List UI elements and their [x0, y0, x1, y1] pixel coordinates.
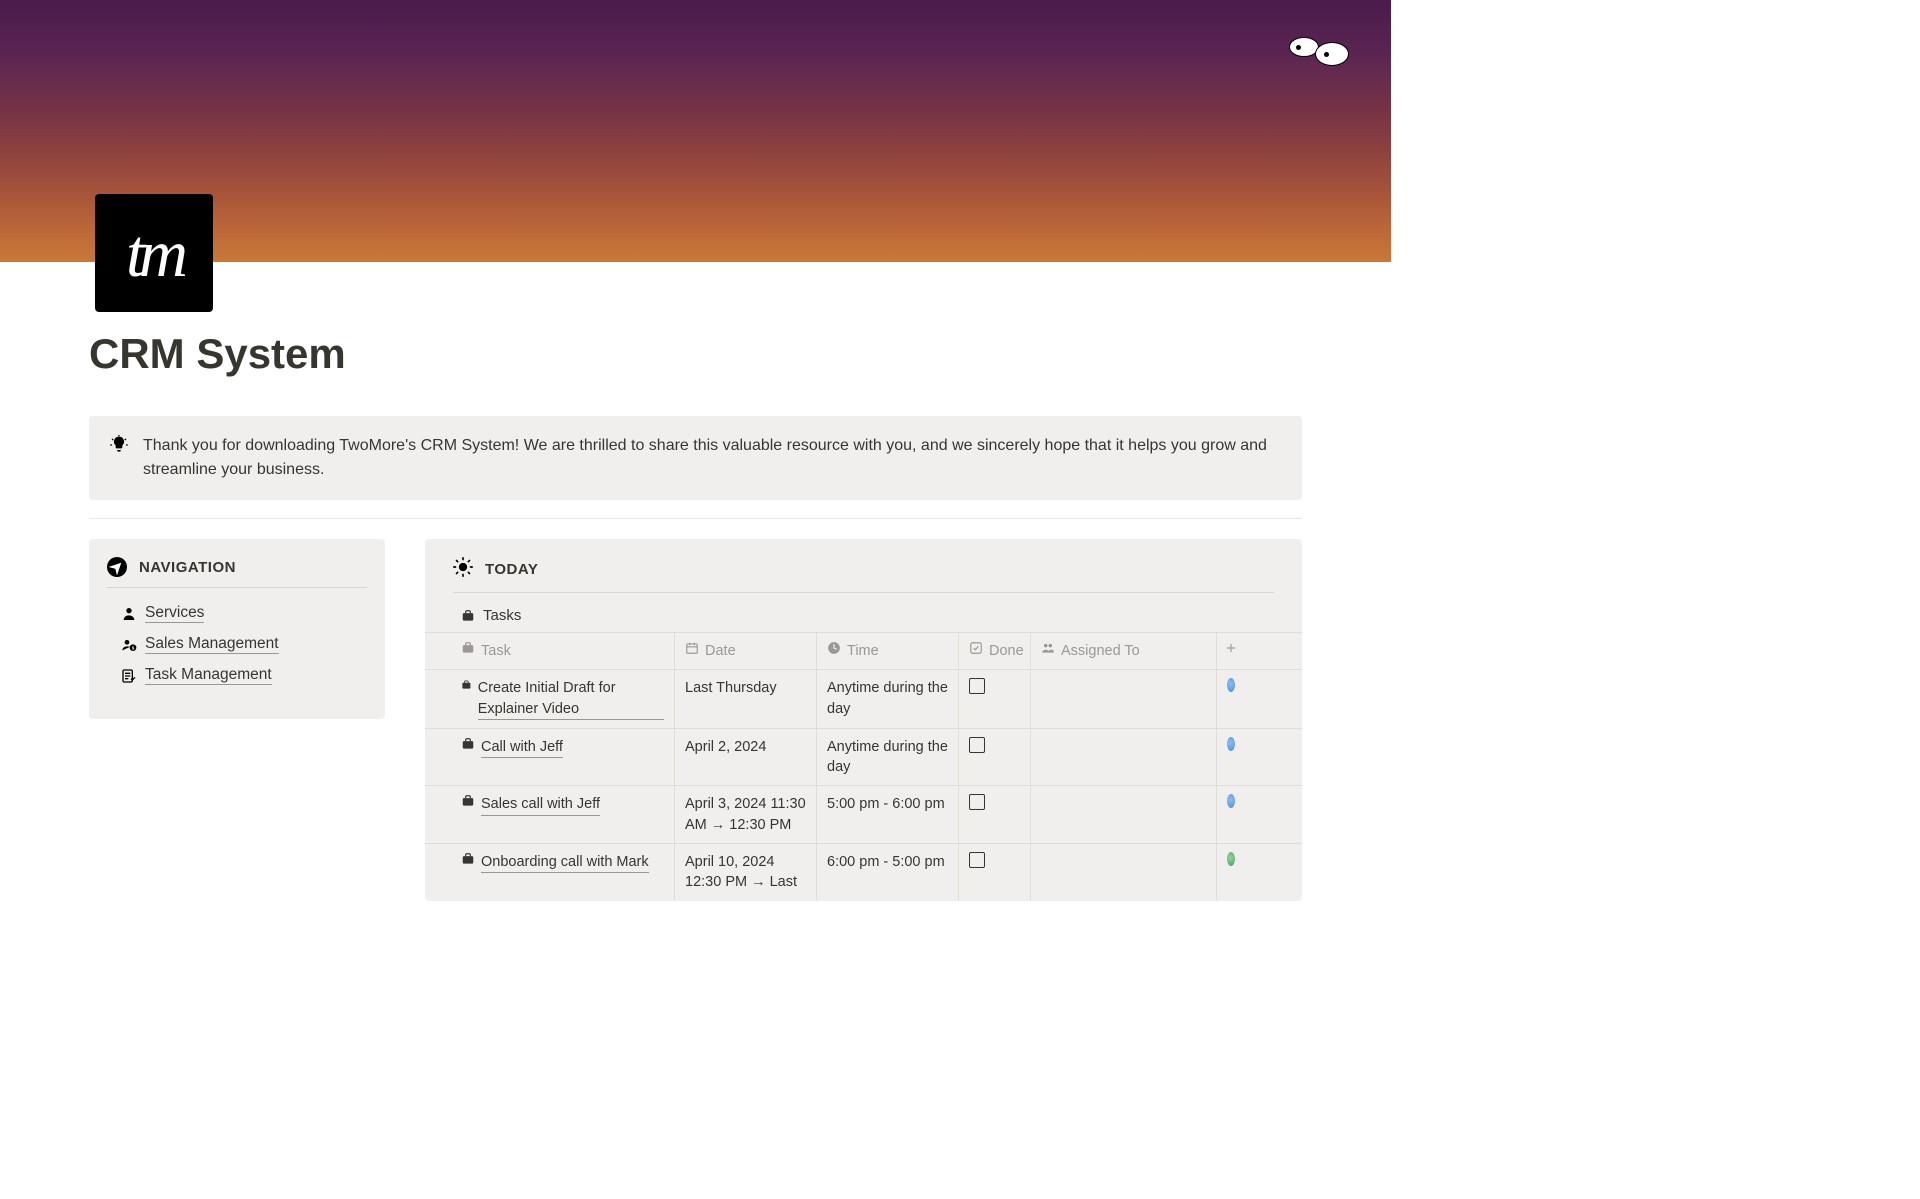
status-dot-blue — [1227, 794, 1235, 808]
date-cell[interactable]: April 2, 2024 — [675, 729, 817, 786]
table-row[interactable]: Sales call with Jeff April 3, 2024 11:30 … — [425, 785, 1302, 843]
table-row[interactable]: Onboarding call with Mark April 10, 2024 … — [425, 843, 1302, 901]
people-icon — [1041, 641, 1055, 655]
col-task[interactable]: Task — [425, 633, 675, 669]
assigned-cell[interactable] — [1031, 670, 1217, 728]
nav-label: Task Management — [145, 666, 272, 685]
briefcase-icon — [461, 852, 475, 866]
callout-text: Thank you for downloading TwoMore's CRM … — [143, 434, 1282, 482]
task-title[interactable]: Create Initial Draft for Explainer Video — [478, 678, 664, 720]
col-date[interactable]: Date — [675, 633, 817, 669]
done-cell[interactable] — [959, 786, 1031, 843]
briefcase-icon — [461, 794, 475, 808]
date-cell[interactable]: April 10, 2024 12:30 PM → Last — [675, 844, 817, 901]
clock-icon — [827, 641, 841, 655]
status-dot-green — [1227, 852, 1235, 866]
nav-item-services[interactable]: Services — [107, 598, 367, 629]
sun-icon — [453, 557, 473, 582]
divider — [89, 518, 1302, 519]
svg-text:$: $ — [132, 645, 135, 650]
done-cell[interactable] — [959, 844, 1031, 901]
lightbulb-icon — [109, 435, 129, 460]
time-cell[interactable]: Anytime during the day — [817, 729, 959, 786]
page-logo: tm — [95, 194, 213, 312]
done-checkbox[interactable] — [969, 794, 985, 810]
date-cell[interactable]: April 3, 2024 11:30 AM → 12:30 PM — [675, 786, 817, 843]
row-indicator-cell — [1217, 670, 1245, 728]
navigation-title: NAVIGATION — [139, 559, 236, 576]
table-header-row: Task Date Time Done Assigned To — [425, 632, 1302, 669]
row-indicator-cell — [1217, 729, 1245, 786]
checklist-icon — [121, 668, 137, 684]
nav-item-tasks[interactable]: Task Management — [107, 660, 367, 691]
task-cell[interactable]: Call with Jeff — [425, 729, 675, 786]
nav-label: Sales Management — [145, 635, 279, 654]
nav-item-sales[interactable]: $ Sales Management — [107, 629, 367, 660]
col-assigned[interactable]: Assigned To — [1031, 633, 1217, 669]
time-cell[interactable]: Anytime during the day — [817, 670, 959, 728]
assigned-cell[interactable] — [1031, 729, 1217, 786]
tasks-table: Task Date Time Done Assigned To — [425, 632, 1302, 901]
person-tie-icon — [121, 606, 137, 622]
tasks-tab[interactable]: Tasks — [425, 607, 1302, 624]
add-column-button[interactable] — [1217, 633, 1245, 669]
briefcase-icon — [461, 609, 475, 623]
task-cell[interactable]: Onboarding call with Mark — [425, 844, 675, 901]
today-section: TODAY Tasks Task Date Time — [425, 539, 1302, 901]
task-title[interactable]: Call with Jeff — [481, 737, 563, 758]
today-title: TODAY — [485, 561, 538, 578]
assigned-cell[interactable] — [1031, 786, 1217, 843]
done-checkbox[interactable] — [969, 737, 985, 753]
welcome-callout: Thank you for downloading TwoMore's CRM … — [89, 416, 1302, 500]
plus-sparkle-icon — [1224, 641, 1238, 655]
checkbox-icon — [969, 641, 983, 655]
navigation-sidebar: NAVIGATION Services $ Sales Management T… — [89, 539, 385, 719]
done-checkbox[interactable] — [969, 852, 985, 868]
briefcase-icon — [461, 678, 472, 692]
done-cell[interactable] — [959, 670, 1031, 728]
done-checkbox[interactable] — [969, 678, 985, 694]
date-cell[interactable]: Last Thursday — [675, 670, 817, 728]
nav-label: Services — [145, 604, 204, 623]
time-cell[interactable]: 5:00 pm - 6:00 pm — [817, 786, 959, 843]
status-dot-blue — [1227, 737, 1235, 751]
calendar-icon — [685, 641, 699, 655]
briefcase-icon — [461, 641, 475, 655]
page-title[interactable]: CRM System — [89, 330, 1391, 378]
task-title[interactable]: Onboarding call with Mark — [481, 852, 649, 873]
task-title[interactable]: Sales call with Jeff — [481, 794, 600, 815]
time-cell[interactable]: 6:00 pm - 5:00 pm — [817, 844, 959, 901]
done-cell[interactable] — [959, 729, 1031, 786]
col-done[interactable]: Done — [959, 633, 1031, 669]
tasks-tab-label: Tasks — [483, 607, 521, 624]
table-row[interactable]: Call with Jeff April 2, 2024Anytime durin… — [425, 728, 1302, 786]
row-indicator-cell — [1217, 844, 1245, 901]
cover-eyes-decoration — [1289, 28, 1349, 66]
row-indicator-cell — [1217, 786, 1245, 843]
compass-icon — [107, 557, 127, 577]
col-time[interactable]: Time — [817, 633, 959, 669]
status-dot-blue — [1227, 678, 1235, 692]
briefcase-icon — [461, 737, 475, 751]
eye-icon — [1315, 42, 1349, 66]
assigned-cell[interactable] — [1031, 844, 1217, 901]
task-cell[interactable]: Create Initial Draft for Explainer Video — [425, 670, 675, 728]
task-cell[interactable]: Sales call with Jeff — [425, 786, 675, 843]
table-row[interactable]: Create Initial Draft for Explainer Video… — [425, 669, 1302, 728]
people-dollar-icon: $ — [121, 637, 137, 653]
